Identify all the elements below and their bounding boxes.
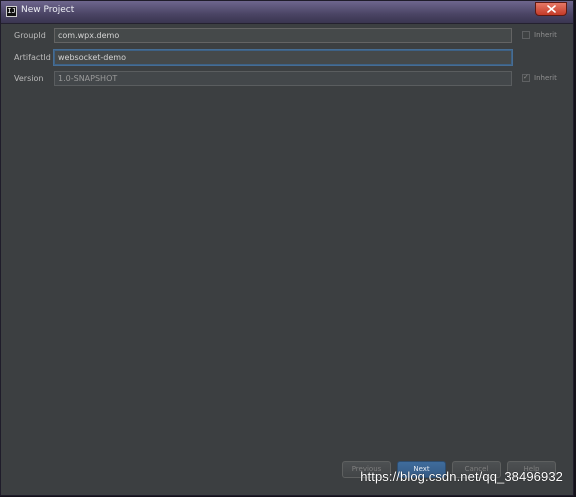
version-inherit-label: Inherit: [534, 74, 557, 82]
version-inherit-checkbox[interactable]: ✓: [522, 73, 530, 82]
close-button[interactable]: [535, 2, 567, 16]
close-icon: [547, 5, 556, 13]
intellij-app-icon: IJ: [6, 6, 17, 17]
group-id-inherit-checkbox[interactable]: [522, 31, 530, 39]
new-project-dialog: IJ New Project GroupId com.wpx.demo Inhe…: [0, 0, 574, 496]
watermark-text: https://blog.csdn.net/qq_38496932: [360, 469, 563, 484]
group-id-field[interactable]: com.wpx.demo: [54, 28, 512, 43]
check-icon: ✓: [523, 73, 529, 81]
version-field[interactable]: 1.0-SNAPSHOT: [54, 71, 512, 86]
artifact-id-field[interactable]: websocket-demo: [54, 50, 512, 65]
artifact-id-label: ArtifactId: [14, 53, 51, 62]
group-id-inherit-label: Inherit: [534, 31, 557, 39]
version-label: Version: [14, 74, 44, 83]
title-bar[interactable]: IJ New Project: [1, 1, 573, 24]
artifact-id-row: ArtifactId websocket-demo: [1, 50, 573, 67]
group-id-row: GroupId com.wpx.demo Inherit: [1, 28, 573, 45]
version-row: Version 1.0-SNAPSHOT ✓ Inherit: [1, 71, 573, 88]
group-id-label: GroupId: [14, 31, 46, 40]
window-title: New Project: [21, 5, 75, 15]
